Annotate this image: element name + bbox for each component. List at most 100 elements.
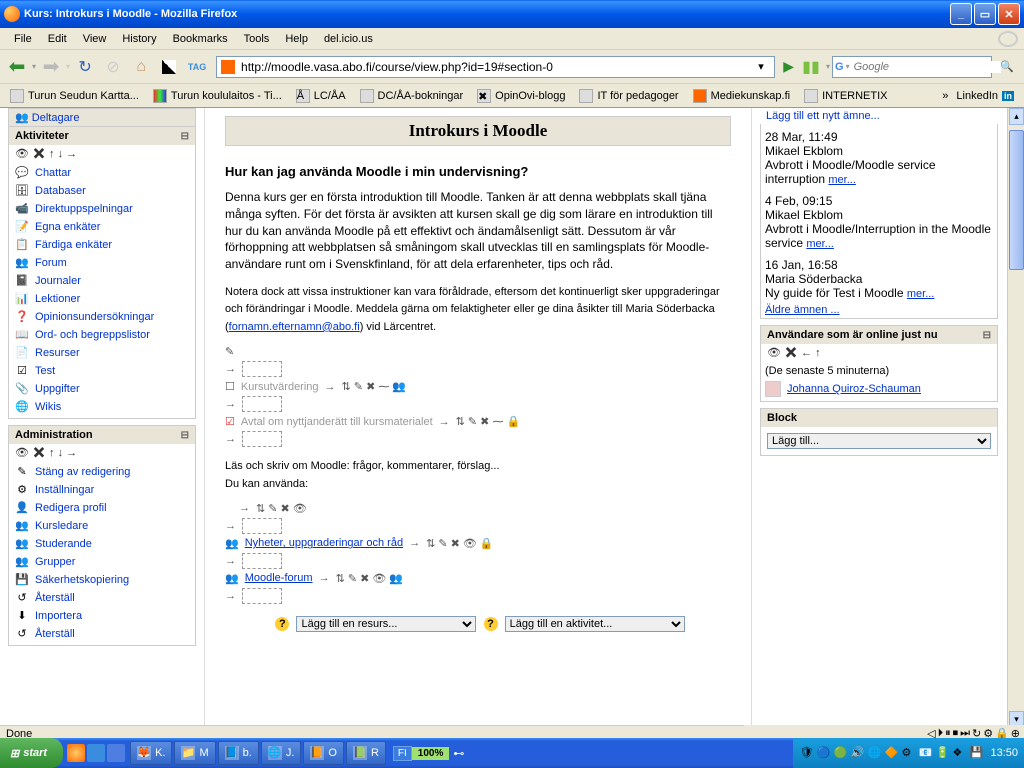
activity-link[interactable]: 🌐Wikis [13, 398, 191, 416]
edit-icon[interactable]: ✎ [225, 345, 234, 358]
bookmark-item[interactable]: DC/ÅA-bokningar [354, 89, 470, 103]
tray-icon[interactable]: 💾 [969, 746, 983, 760]
scroll-up-button[interactable]: ▴ [1009, 108, 1024, 125]
edit-icons[interactable]: ⇅ ✎ ✖ 👁 [256, 502, 307, 515]
activity-link[interactable]: 📝Egna enkäter [13, 218, 191, 236]
activity-mforum[interactable]: Moodle-forum [245, 572, 313, 584]
admin-link[interactable]: 👥Grupper [13, 553, 191, 571]
tray-icon[interactable]: 📧 [918, 746, 932, 760]
edit-icons[interactable]: ⇅ ✎ ✖ ⁓ 🔒 [456, 415, 521, 428]
bookmark-item[interactable]: Turun Seudun Kartta... [4, 89, 145, 103]
ql-desktop-icon[interactable] [107, 744, 125, 762]
activity-link[interactable]: 📖Ord- och begreppslistor [13, 326, 191, 344]
admin-link[interactable]: ↺Återställ [13, 625, 191, 643]
ql-firefox-icon[interactable] [67, 744, 85, 762]
bookmark-item[interactable]: INTERNETIX [798, 89, 893, 103]
activity-link[interactable]: 📹Direktuppspelningar [13, 200, 191, 218]
tray-icon[interactable]: 🟢 [833, 746, 847, 760]
drop-zone[interactable] [242, 588, 282, 604]
menu-view[interactable]: View [75, 33, 115, 45]
drop-zone[interactable] [242, 431, 282, 447]
collapse-icon[interactable]: ⊟ [983, 330, 991, 341]
menu-edit[interactable]: Edit [40, 33, 75, 45]
admin-link[interactable]: ⚙Inställningar [13, 481, 191, 499]
taskbar-button[interactable]: 📙O [303, 741, 344, 765]
deltagare-cutoff[interactable]: 👥 Deltagare [8, 108, 196, 126]
tray-icon[interactable]: ❖ [952, 746, 966, 760]
tray-icon[interactable]: 🌐 [867, 746, 881, 760]
clock[interactable]: 13:50 [990, 747, 1018, 759]
menu-delicious[interactable]: del.icio.us [316, 33, 381, 45]
drop-zone[interactable] [242, 396, 282, 412]
menu-help[interactable]: Help [277, 33, 316, 45]
start-button[interactable]: ⊞ start [0, 738, 63, 768]
maximize-button[interactable]: ▭ [974, 3, 996, 25]
menu-tools[interactable]: Tools [236, 33, 278, 45]
tray-icon[interactable]: 🔋 [935, 746, 949, 760]
activity-link[interactable]: ❓Opinionsundersökningar [13, 308, 191, 326]
forum-add-topic[interactable]: Lägg till ett nytt ämne... [760, 108, 998, 124]
taskbar-button[interactable]: 🦊K. [130, 741, 172, 765]
activity-nyheter[interactable]: Nyheter, uppgraderingar och råd [245, 537, 403, 549]
edit-icons[interactable]: ⇅ ✎ ✖ ⁓ 👥 [342, 380, 407, 393]
checkbox-icon[interactable]: ☑ [225, 415, 235, 428]
drop-zone[interactable] [242, 361, 282, 377]
bookmark-item[interactable]: IT för pedagoger [573, 89, 684, 103]
collapse-icon[interactable]: ⊟ [181, 131, 189, 142]
activity-link[interactable]: 💬Chattar [13, 164, 191, 182]
news-more-link[interactable]: mer... [828, 174, 856, 186]
contact-email[interactable]: fornamn.efternamn@abo.fi [229, 321, 360, 333]
activity-kursutv[interactable]: Kursutvärdering [241, 381, 319, 393]
admin-link[interactable]: 👥Kursledare [13, 517, 191, 535]
urlbar[interactable]: ▾ [216, 56, 775, 78]
activity-link[interactable]: 📋Färdiga enkäter [13, 236, 191, 254]
admin-link[interactable]: 👤Redigera profil [13, 499, 191, 517]
activity-avtal[interactable]: Avtal om nyttjanderätt till kursmaterial… [241, 416, 433, 428]
admin-link[interactable]: ↺Återställ [13, 589, 191, 607]
bookmark-item[interactable]: Mediekunskap.fi [687, 89, 797, 103]
url-input[interactable] [237, 60, 758, 74]
bookmark-item[interactable]: ✖OpinOvi-blogg [471, 89, 571, 103]
reload-button[interactable]: ↻ [72, 54, 98, 80]
older-topics-link[interactable]: Äldre ämnen ... [765, 304, 840, 316]
vertical-scrollbar[interactable]: ▴ ▾ [1007, 108, 1024, 728]
drop-zone[interactable] [242, 518, 282, 534]
tag-icon[interactable]: TAG [184, 54, 210, 80]
menu-file[interactable]: File [6, 33, 40, 45]
tray-icon[interactable]: 🔵 [816, 746, 830, 760]
bookmark-overflow[interactable]: » [942, 90, 948, 102]
menu-bookmarks[interactable]: Bookmarks [165, 33, 236, 45]
searchbox[interactable]: G▾ [832, 56, 992, 78]
edit-icons[interactable]: ⇅ ✎ ✖ 👁 🔒 [426, 537, 494, 550]
activity-link[interactable]: 📎Uppgifter [13, 380, 191, 398]
checkbox-icon[interactable]: ☐ [225, 380, 235, 393]
tray-icon[interactable]: ⚙ [901, 746, 915, 760]
forward-button[interactable]: ➡ [38, 54, 64, 80]
ext-icon-1[interactable] [156, 54, 182, 80]
activity-link[interactable]: 🗄Databaser [13, 182, 191, 200]
ql-ie-icon[interactable] [87, 744, 105, 762]
home-button[interactable]: ⌂ [128, 54, 154, 80]
bookmark-linkedin[interactable]: LinkedInin [950, 90, 1020, 102]
news-more-link[interactable]: mer... [907, 288, 935, 300]
taskbar-button[interactable]: 📁M [174, 741, 215, 765]
activity-link[interactable]: 📊Lektioner [13, 290, 191, 308]
activity-link[interactable]: ☑Test [13, 362, 191, 380]
tray-icon[interactable]: 🔊 [850, 746, 864, 760]
block-edit-icons[interactable]: 👁 ✖ ← ↑ [761, 344, 997, 361]
admin-link[interactable]: 💾Säkerhetskopiering [13, 571, 191, 589]
tray-icon[interactable]: 🔶 [884, 746, 898, 760]
search-input[interactable] [850, 61, 1001, 73]
collapse-icon[interactable]: ⊟ [181, 430, 189, 441]
minimize-button[interactable]: _ [950, 3, 972, 25]
taskbar-button[interactable]: 🌐J. [261, 741, 302, 765]
ext-icon-2[interactable]: ▮▮ [798, 54, 824, 80]
block-edit-icons[interactable]: 👁 ✖ ↑ ↓ → [9, 145, 195, 162]
admin-link[interactable]: ⬇Importera [13, 607, 191, 625]
news-more-link[interactable]: mer... [806, 238, 834, 250]
drop-zone[interactable] [242, 553, 282, 569]
lang-indicator[interactable]: FI [393, 746, 412, 761]
add-block-select[interactable]: Lägg till... [767, 433, 991, 449]
block-edit-icons[interactable]: 👁 ✖ ↑ ↓ → [9, 444, 195, 461]
add-resource-select[interactable]: Lägg till en resurs... [296, 616, 476, 632]
